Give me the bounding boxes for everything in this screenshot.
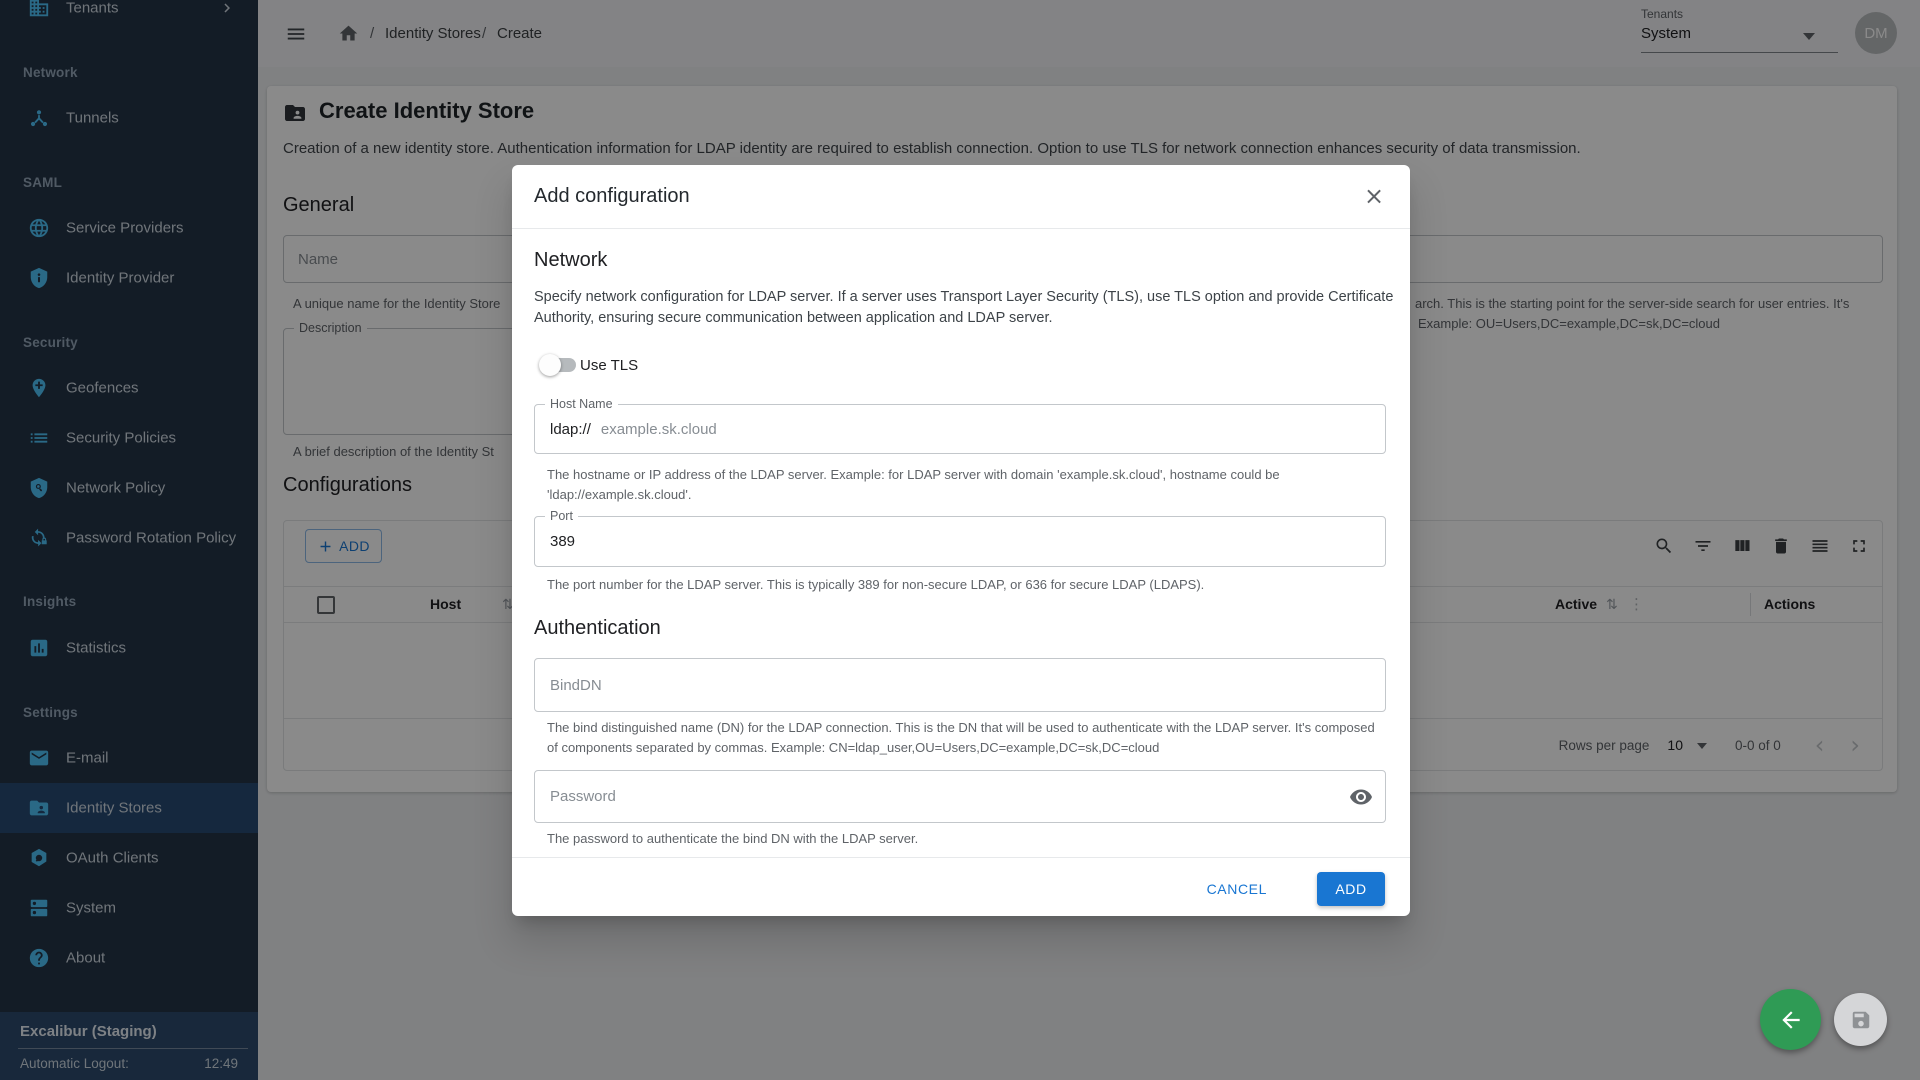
use-tls-label: Use TLS <box>580 357 638 374</box>
add-button[interactable]: ADD <box>1317 872 1385 906</box>
cancel-button[interactable]: CANCEL <box>1199 872 1275 906</box>
host-name-input[interactable] <box>591 405 1370 453</box>
host-name-field-label: Host Name <box>545 396 618 412</box>
port-helper: The port number for the LDAP server. Thi… <box>547 575 1387 595</box>
host-name-helper: The hostname or IP address of the LDAP s… <box>547 465 1387 505</box>
arrow-back-icon <box>1778 1007 1804 1033</box>
host-prefix: ldap:// <box>550 421 591 438</box>
add-configuration-dialog: Add configuration × Network Specify netw… <box>512 165 1410 916</box>
save-button[interactable] <box>1834 993 1887 1046</box>
binddn-helper: The bind distinguished name (DN) for the… <box>547 718 1387 758</box>
eye-icon[interactable] <box>1349 785 1373 809</box>
host-name-field[interactable]: Host Name ldap:// <box>534 404 1386 454</box>
network-description: Specify network configuration for LDAP s… <box>534 287 1396 329</box>
authentication-heading: Authentication <box>534 617 661 640</box>
port-field-label: Port <box>545 508 578 524</box>
password-input[interactable] <box>535 771 1385 822</box>
password-helper: The password to authenticate the bind DN… <box>547 829 1387 849</box>
port-input[interactable] <box>535 517 1385 566</box>
binddn-field[interactable] <box>534 658 1386 712</box>
dialog-title: Add configuration <box>534 185 690 208</box>
password-field[interactable] <box>534 770 1386 823</box>
save-icon <box>1850 1009 1872 1031</box>
close-icon[interactable]: × <box>1357 179 1391 213</box>
dialog-header-divider <box>512 228 1410 229</box>
port-field[interactable]: Port <box>534 516 1386 567</box>
network-heading: Network <box>534 249 607 272</box>
binddn-input[interactable] <box>535 659 1385 711</box>
back-button[interactable] <box>1760 989 1821 1050</box>
use-tls-toggle[interactable] <box>539 354 561 376</box>
dialog-footer: CANCEL ADD <box>512 857 1410 916</box>
